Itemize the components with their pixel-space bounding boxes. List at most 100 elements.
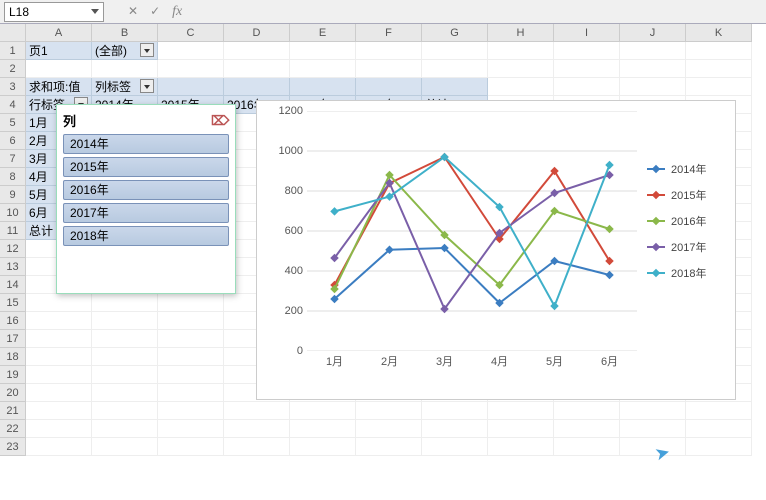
row-header[interactable]: 20 [0,384,26,402]
cell[interactable] [422,42,488,60]
cell[interactable] [554,42,620,60]
cell[interactable] [422,78,488,96]
cell[interactable] [686,420,752,438]
column-header[interactable]: I [554,24,620,42]
column-header[interactable]: A [26,24,92,42]
cell[interactable] [26,330,92,348]
cell[interactable] [26,348,92,366]
cell[interactable] [224,60,290,78]
cell[interactable] [92,420,158,438]
cell[interactable] [488,420,554,438]
cell[interactable] [158,294,224,312]
cell[interactable] [158,348,224,366]
cell[interactable] [158,330,224,348]
cell[interactable] [158,438,224,456]
cell[interactable]: 页1 [26,42,92,60]
cancel-icon[interactable]: ✕ [128,4,138,20]
cell[interactable] [92,330,158,348]
cell[interactable] [224,78,290,96]
row-header[interactable]: 9 [0,186,26,204]
cell[interactable] [26,312,92,330]
select-all-corner[interactable] [0,24,26,42]
row-header[interactable]: 17 [0,330,26,348]
row-header[interactable]: 19 [0,366,26,384]
name-box[interactable]: L18 [4,2,104,22]
cell[interactable] [356,402,422,420]
cell[interactable] [422,438,488,456]
cell[interactable] [620,42,686,60]
cell[interactable] [92,348,158,366]
cell[interactable] [686,42,752,60]
enter-icon[interactable]: ✓ [150,4,160,20]
cell[interactable] [488,78,554,96]
cell[interactable] [356,420,422,438]
cell[interactable] [554,438,620,456]
cell[interactable] [620,60,686,78]
row-header[interactable]: 8 [0,168,26,186]
row-header[interactable]: 11 [0,222,26,240]
cell[interactable] [290,78,356,96]
cell[interactable] [554,60,620,78]
cell[interactable] [26,294,92,312]
row-header[interactable]: 18 [0,348,26,366]
cell[interactable] [224,42,290,60]
cell[interactable] [290,42,356,60]
slicer-item[interactable]: 2018年 [63,226,229,246]
row-header[interactable]: 6 [0,132,26,150]
cell[interactable] [356,42,422,60]
slicer-item[interactable]: 2015年 [63,157,229,177]
column-header[interactable]: K [686,24,752,42]
row-header[interactable]: 1 [0,42,26,60]
column-header[interactable]: B [92,24,158,42]
cell[interactable] [356,60,422,78]
cell[interactable] [488,402,554,420]
cell[interactable] [158,402,224,420]
cell[interactable] [488,60,554,78]
cell[interactable] [26,60,92,78]
cell[interactable] [422,402,488,420]
row-header[interactable]: 22 [0,420,26,438]
row-header[interactable]: 15 [0,294,26,312]
cell[interactable] [158,78,224,96]
pivot-chart[interactable]: 020040060080010001200 1月2月3月4月5月6月 2014年… [256,100,736,400]
row-header[interactable]: 16 [0,312,26,330]
cell[interactable] [554,78,620,96]
row-header[interactable]: 5 [0,114,26,132]
cell[interactable] [290,60,356,78]
cell[interactable] [158,312,224,330]
slicer-item[interactable]: 2014年 [63,134,229,154]
cell[interactable] [686,402,752,420]
column-header[interactable]: G [422,24,488,42]
slicer-item[interactable]: 2017年 [63,203,229,223]
cell[interactable] [158,366,224,384]
fx-icon[interactable]: fx [172,4,182,20]
cell[interactable] [26,384,92,402]
cell[interactable] [356,78,422,96]
cell[interactable] [356,438,422,456]
cell[interactable] [686,78,752,96]
row-header[interactable]: 13 [0,258,26,276]
cell[interactable]: (全部) [92,42,158,60]
column-header[interactable]: E [290,24,356,42]
cell[interactable] [92,60,158,78]
row-header[interactable]: 4 [0,96,26,114]
chevron-down-icon[interactable] [91,9,99,14]
row-header[interactable]: 14 [0,276,26,294]
column-header[interactable]: H [488,24,554,42]
cell[interactable] [26,366,92,384]
cell[interactable] [26,438,92,456]
cell[interactable] [620,78,686,96]
row-header[interactable]: 2 [0,60,26,78]
cell[interactable] [224,438,290,456]
cell[interactable] [26,402,92,420]
cell[interactable]: 求和项:值 [26,78,92,96]
cell[interactable] [488,438,554,456]
row-header[interactable]: 12 [0,240,26,258]
slicer-panel[interactable]: 列 ⌫ 2014年2015年2016年2017年2018年 [56,104,236,294]
cell[interactable] [92,294,158,312]
row-header[interactable]: 3 [0,78,26,96]
cell[interactable] [686,60,752,78]
cell[interactable] [92,312,158,330]
column-header[interactable]: D [224,24,290,42]
cell[interactable] [92,384,158,402]
